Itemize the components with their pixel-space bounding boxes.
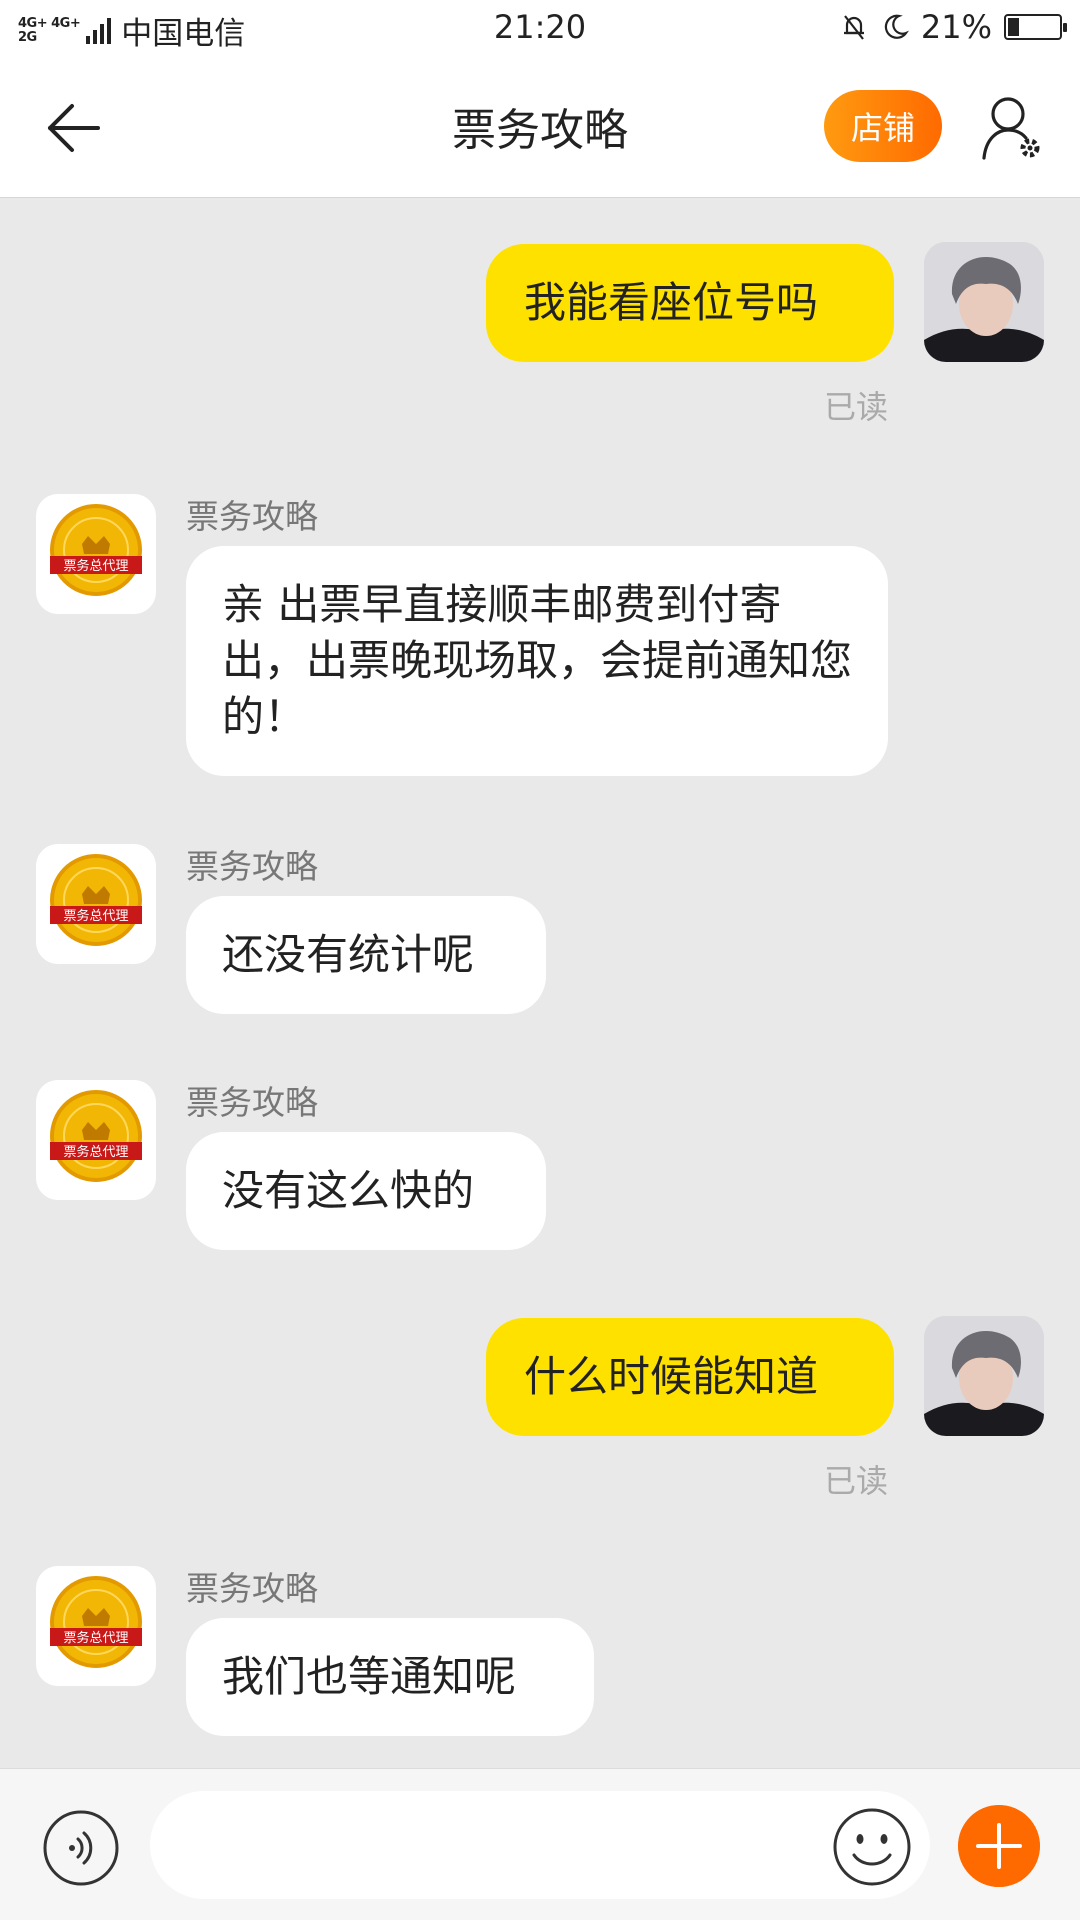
sender-name: 票务攻略 — [186, 1569, 318, 1608]
shop-avatar[interactable]: 票务总代理 — [36, 844, 156, 964]
incoming-message-bubble[interactable]: 亲 出票早直接顺丰邮费到付寄出，出票晚现场取，会提前通知您的！ — [186, 546, 888, 776]
shop-badge-label: 票务总代理 — [63, 1630, 128, 1646]
battery-percent: 21% — [920, 8, 992, 46]
message-text: 什么时候能知道 — [524, 1352, 819, 1401]
status-right: 21% — [839, 8, 1067, 46]
shop-badge-logo: 票务总代理 — [50, 854, 142, 946]
message-text: 我能看座位号吗 — [524, 278, 819, 327]
shop-avatar[interactable]: 票务总代理 — [36, 1080, 156, 1200]
message-text: 我们也等通知呢 — [222, 1652, 517, 1701]
person-photo — [924, 1316, 1044, 1436]
shop-badge-logo: 票务总代理 — [50, 1090, 142, 1182]
voice-icon[interactable] — [42, 1809, 120, 1887]
sender-name: 票务攻略 — [186, 847, 318, 886]
sender-name: 票务攻略 — [186, 497, 318, 536]
incoming-message-bubble[interactable]: 还没有统计呢 — [186, 896, 546, 1014]
read-receipt: 已读 — [824, 388, 889, 426]
outgoing-message-bubble[interactable]: 什么时候能知道 — [486, 1318, 894, 1436]
shop-badge-logo: 票务总代理 — [50, 1576, 142, 1668]
shop-badge-label: 票务总代理 — [63, 1144, 128, 1160]
shop-avatar[interactable]: 票务总代理 — [36, 1566, 156, 1686]
message-input[interactable] — [150, 1791, 930, 1899]
chat-area[interactable]: 我能看座位号吗 已读 票务总代理 票务攻略 亲 出票早直接顺丰邮费到付寄出，出票… — [0, 198, 1080, 1768]
user-avatar[interactable] — [924, 1316, 1044, 1436]
user-avatar[interactable] — [924, 242, 1044, 362]
shop-avatar[interactable]: 票务总代理 — [36, 494, 156, 614]
incoming-message-bubble[interactable]: 没有这么快的 — [186, 1132, 546, 1250]
outgoing-message-bubble[interactable]: 我能看座位号吗 — [486, 244, 894, 362]
sender-name: 票务攻略 — [186, 1083, 318, 1122]
shop-badge-logo: 票务总代理 — [50, 504, 142, 596]
input-bar — [0, 1768, 1080, 1920]
incoming-message-bubble[interactable]: 我们也等通知呢 — [186, 1618, 594, 1736]
plus-icon[interactable] — [958, 1805, 1040, 1887]
emoji-icon[interactable] — [832, 1807, 912, 1887]
shop-badge-label: 票务总代理 — [63, 558, 128, 574]
shop-button[interactable]: 店铺 — [824, 90, 942, 162]
battery-icon — [1004, 14, 1067, 40]
shop-badge-label: 票务总代理 — [63, 908, 128, 924]
user-settings-icon[interactable] — [978, 92, 1050, 164]
read-receipt: 已读 — [824, 1462, 889, 1500]
status-bar: 4G+ 4G+ 2G 中国电信 21:20 21% — [0, 0, 1080, 58]
moon-icon — [884, 14, 909, 39]
message-text: 没有这么快的 — [222, 1166, 475, 1215]
person-photo — [924, 242, 1044, 362]
battery-level — [1008, 18, 1020, 36]
message-text: 亲 出票早直接顺丰邮费到付寄出，出票晚现场取，会提前通知您的！ — [222, 580, 853, 741]
message-text: 还没有统计呢 — [222, 930, 475, 979]
bell-muted-icon — [843, 15, 864, 40]
chat-header: 票务攻略 店铺 — [0, 58, 1080, 198]
